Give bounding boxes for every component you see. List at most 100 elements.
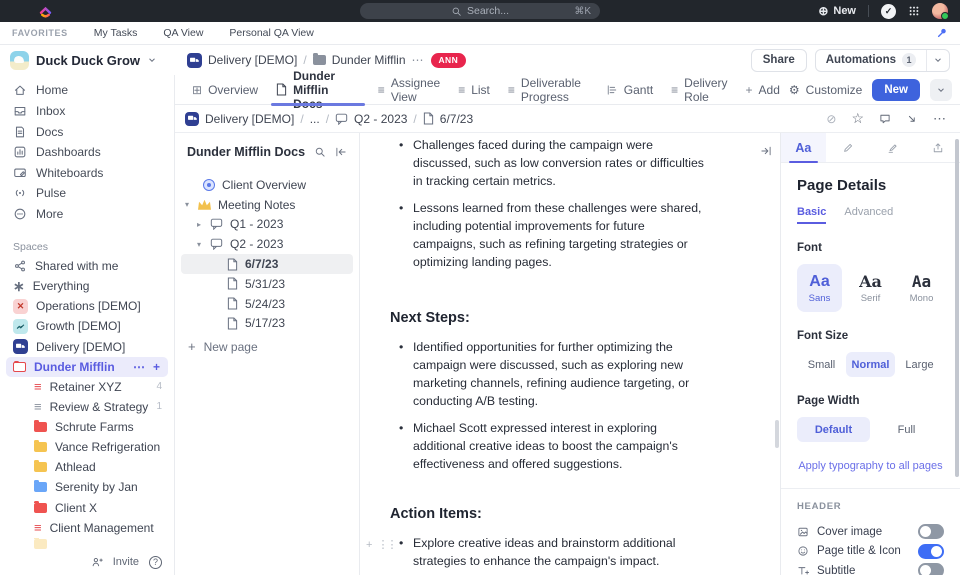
tab-deliverable-progress[interactable]: ≡ Deliverable Progress bbox=[499, 75, 597, 105]
doc-breadcrumb-page[interactable]: 6/7/23 bbox=[440, 112, 473, 126]
share-export-icon[interactable] bbox=[906, 113, 918, 125]
sidebar-item-retainer-xyz[interactable]: ≡ Retainer XYZ 4 bbox=[0, 377, 174, 397]
width-option-default[interactable]: Default bbox=[797, 417, 870, 442]
doc-more-icon[interactable]: ⋯ bbox=[933, 111, 946, 127]
folder-more-icon[interactable]: ⋯ bbox=[133, 360, 145, 374]
clickup-logo-icon[interactable] bbox=[38, 4, 53, 19]
doc-breadcrumb-collapsed[interactable]: ... bbox=[310, 112, 320, 126]
folder-add-icon[interactable]: + bbox=[153, 360, 160, 374]
breadcrumb-space[interactable]: Delivery [DEMO] bbox=[208, 53, 297, 67]
tab-marker[interactable] bbox=[871, 133, 916, 162]
doc-bullet[interactable]: Identified opportunities for further opt… bbox=[390, 339, 708, 411]
block-add-icon[interactable]: + bbox=[366, 537, 372, 553]
sidebar-item-review-strategy[interactable]: ≡ Review & Strategy 1 bbox=[0, 397, 174, 417]
sidebar-item-serenity-by-jan[interactable]: Serenity by Jan bbox=[0, 477, 174, 497]
tab-assignee-view[interactable]: ≡ Assignee View bbox=[369, 75, 449, 105]
collapse-right-icon[interactable] bbox=[760, 145, 772, 157]
tab-overview[interactable]: ⊞ Overview bbox=[183, 75, 267, 105]
doc-bullet[interactable]: Challenges faced during the campaign wer… bbox=[390, 137, 708, 191]
content-scrollbar[interactable] bbox=[775, 420, 779, 448]
caret-down-icon[interactable]: ▾ bbox=[195, 240, 203, 249]
tree-item-5-31-23[interactable]: 5/31/23 bbox=[175, 274, 353, 294]
collapse-left-icon[interactable] bbox=[335, 146, 347, 158]
doc-breadcrumb-space[interactable]: Delivery [DEMO] bbox=[205, 112, 294, 126]
sidebar-item-delivery[interactable]: Delivery [DEMO] bbox=[0, 336, 174, 356]
panel-scrollbar[interactable] bbox=[955, 139, 959, 477]
global-search-input[interactable]: Search... ⌘K bbox=[360, 3, 600, 19]
automations-button[interactable]: Automations 1 bbox=[814, 48, 950, 72]
size-option-normal[interactable]: Normal bbox=[846, 352, 895, 377]
caret-right-icon[interactable]: ▸ bbox=[195, 220, 203, 229]
sidebar-item-client-x[interactable]: Client X bbox=[0, 497, 174, 517]
sidebar-item-operations[interactable]: ✕ Operations [DEMO] bbox=[0, 296, 174, 316]
size-option-large[interactable]: Large bbox=[895, 352, 944, 377]
tree-item-5-24-23[interactable]: 5/24/23 bbox=[175, 294, 353, 314]
automations-chevron[interactable] bbox=[926, 49, 949, 71]
caret-down-icon[interactable]: ▾ bbox=[183, 200, 191, 209]
doc-content[interactable]: Challenges faced during the campaign wer… bbox=[360, 133, 780, 575]
tree-item-q1-2023[interactable]: ▸ Q1 - 2023 bbox=[175, 215, 353, 235]
restricted-icon[interactable]: ⊘ bbox=[826, 112, 836, 126]
share-button[interactable]: Share bbox=[750, 48, 807, 72]
breadcrumb-more-icon[interactable]: ⋯ bbox=[412, 53, 425, 67]
subtitle-toggle[interactable] bbox=[918, 563, 944, 575]
invite-button[interactable]: Invite bbox=[113, 556, 139, 568]
doc-bullet[interactable]: Explore creative ideas and brainstorm ad… bbox=[390, 535, 708, 571]
sidebar-item-vance-refrigeration[interactable]: Vance Refrigeration bbox=[0, 437, 174, 457]
apps-grid-icon[interactable] bbox=[908, 5, 920, 17]
sidebar-item-client-management[interactable]: ≡ Client Management bbox=[0, 518, 174, 538]
tab-gantt[interactable]: Gantt bbox=[597, 75, 662, 105]
help-icon[interactable]: ? bbox=[149, 555, 162, 569]
sidebar-item-pulse[interactable]: Pulse bbox=[0, 183, 174, 204]
user-avatar[interactable] bbox=[932, 3, 949, 20]
sidebar-item-everything[interactable]: ∗ Everything bbox=[0, 276, 174, 296]
sidebar-item-more[interactable]: More bbox=[0, 204, 174, 225]
sidebar-item-dashboards[interactable]: Dashboards bbox=[0, 142, 174, 163]
search-icon[interactable] bbox=[314, 146, 326, 158]
size-option-small[interactable]: Small bbox=[797, 352, 846, 377]
workspace-switcher[interactable]: Duck Duck Grow bbox=[0, 50, 175, 70]
block-drag-handle-icon[interactable]: ⋮⋮ bbox=[377, 537, 397, 553]
tab-list[interactable]: ≡ List bbox=[449, 75, 499, 105]
sidebar-item-growth[interactable]: Growth [DEMO] bbox=[0, 316, 174, 336]
sidebar-item-whiteboards[interactable]: Whiteboards bbox=[0, 162, 174, 183]
notifications-check-icon[interactable]: ✓ bbox=[881, 3, 896, 19]
doc-bullet[interactable]: Michael Scott expressed interest in expl… bbox=[390, 420, 708, 474]
sidebar-item-athlead[interactable]: Athlead bbox=[0, 457, 174, 477]
tab-pen[interactable] bbox=[826, 133, 871, 162]
width-option-full[interactable]: Full bbox=[870, 417, 943, 442]
topbar-new-button[interactable]: ⊕ New bbox=[818, 4, 856, 18]
tree-item-q2-2023[interactable]: ▾ Q2 - 2023 bbox=[175, 234, 353, 254]
doc-heading-action-items[interactable]: Action Items: bbox=[390, 504, 750, 525]
cover-image-toggle[interactable] bbox=[918, 524, 944, 540]
tree-item-client-overview[interactable]: Client Overview bbox=[175, 175, 353, 195]
subtab-advanced[interactable]: Advanced bbox=[844, 206, 893, 224]
doc-bullet[interactable]: Lessons learned from these challenges we… bbox=[390, 200, 708, 272]
sidebar-item-shared-with-me[interactable]: Shared with me bbox=[0, 256, 174, 276]
favorite-tab-personal-qa-view[interactable]: Personal QA View bbox=[229, 27, 313, 39]
tab-export[interactable] bbox=[915, 133, 960, 162]
comment-icon[interactable] bbox=[879, 113, 891, 125]
apply-typography-link[interactable]: Apply typography to all pages bbox=[797, 460, 944, 472]
new-view-button[interactable]: New bbox=[872, 78, 920, 101]
tab-dunder-mifflin-docs[interactable]: Dunder Mifflin Docs bbox=[267, 69, 369, 111]
tab-delivery-role[interactable]: ≡ Delivery Role bbox=[662, 75, 736, 105]
page-title-icon-toggle[interactable] bbox=[918, 543, 944, 559]
doc-heading-next-steps[interactable]: Next Steps: bbox=[390, 308, 750, 329]
font-option-serif[interactable]: Aa Serif bbox=[848, 264, 893, 312]
sidebar-item-dunder-mifflin[interactable]: Dunder Mifflin ⋯ + bbox=[6, 356, 168, 377]
sidebar-item-schrute-farms[interactable]: Schrute Farms bbox=[0, 417, 174, 437]
tree-item-meeting-notes[interactable]: ▾ Meeting Notes bbox=[175, 195, 353, 215]
add-view-button[interactable]: + Add bbox=[737, 75, 789, 105]
subtab-basic[interactable]: Basic bbox=[797, 206, 827, 224]
customize-button[interactable]: ⚙ Customize bbox=[789, 83, 862, 97]
breadcrumb-folder[interactable]: Dunder Mifflin bbox=[332, 53, 406, 67]
tree-item-6-7-23[interactable]: 6/7/23 bbox=[181, 254, 353, 274]
font-option-sans[interactable]: Aa Sans bbox=[797, 264, 842, 312]
tab-typography[interactable]: Aa bbox=[781, 133, 826, 163]
sidebar-item-docs[interactable]: Docs bbox=[0, 121, 174, 142]
sidebar-item-inbox[interactable]: Inbox bbox=[0, 101, 174, 122]
sidebar-item-partially-hidden[interactable] bbox=[0, 537, 174, 550]
favorite-star-icon[interactable]: ☆ bbox=[851, 110, 864, 127]
pin-favorites-icon[interactable] bbox=[936, 27, 948, 39]
